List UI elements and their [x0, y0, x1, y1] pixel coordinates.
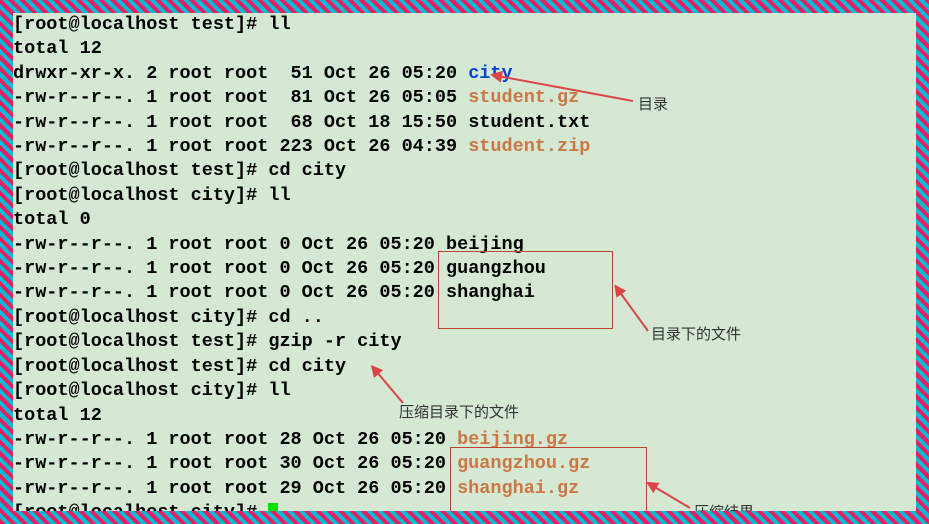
output-text: total 0 — [13, 209, 91, 230]
prompt: [root@localhost test]# — [13, 160, 268, 181]
command-text: cd city — [268, 160, 346, 181]
output-text: -rw-r--r--. 1 root root 223 Oct 26 04:39 — [13, 136, 468, 157]
terminal-line: [root@localhost test]# cd city — [13, 355, 916, 379]
output-text: -rw-r--r--. 1 root root 0 Oct 26 05:20 — [13, 258, 446, 279]
command-text: gzip -r city — [268, 331, 401, 352]
terminal-window[interactable]: [root@localhost test]# lltotal 12drwxr-x… — [13, 13, 916, 511]
highlight-box-city-files — [438, 251, 613, 329]
terminal-line: drwxr-xr-x. 2 root root 51 Oct 26 05:20 … — [13, 62, 916, 86]
annotation-compress-files: 压缩目录下的文件 — [399, 403, 519, 423]
highlight-box-gz-files — [450, 447, 647, 511]
output-text: -rw-r--r--. 1 root root 68 Oct 18 15:50 — [13, 112, 468, 133]
terminal-line: [root@localhost test]# gzip -r city — [13, 330, 916, 354]
prompt: [root@localhost test]# — [13, 14, 268, 35]
output-text: total 12 — [13, 405, 102, 426]
output-text: -rw-r--r--. 1 root root 29 Oct 26 05:20 — [13, 478, 457, 499]
annotation-directory: 目录 — [638, 95, 668, 115]
output-text: -rw-r--r--. 1 root root 0 Oct 26 05:20 — [13, 282, 446, 303]
terminal-line: total 12 — [13, 37, 916, 61]
command-text: cd city — [268, 356, 346, 377]
output-text: drwxr-xr-x. 2 root root 51 Oct 26 05:20 — [13, 63, 468, 84]
terminal-line: [root@localhost city]# ll — [13, 379, 916, 403]
prompt: [root@localhost city]# — [13, 380, 268, 401]
command-text: cd .. — [268, 307, 324, 328]
output-text: -rw-r--r--. 1 root root 0 Oct 26 05:20 — [13, 234, 446, 255]
prompt: [root@localhost city]# — [13, 502, 268, 511]
cursor — [268, 503, 278, 511]
terminal-line: [root@localhost city]# ll — [13, 184, 916, 208]
prompt: [root@localhost test]# — [13, 356, 268, 377]
command-text: ll — [268, 14, 290, 35]
filename: student.txt — [468, 112, 590, 133]
filename: student.gz — [468, 87, 579, 108]
filename: student.zip — [468, 136, 590, 157]
command-text: ll — [268, 380, 290, 401]
terminal-line: -rw-r--r--. 1 root root 68 Oct 18 15:50 … — [13, 111, 916, 135]
output-text: -rw-r--r--. 1 root root 81 Oct 26 05:05 — [13, 87, 468, 108]
filename: city — [468, 63, 512, 84]
annotation-files-in-dir: 目录下的文件 — [651, 325, 741, 345]
annotation-compress-result: 压缩结果 — [694, 503, 754, 511]
prompt: [root@localhost test]# — [13, 331, 268, 352]
output-text: total 12 — [13, 38, 102, 59]
prompt: [root@localhost city]# — [13, 185, 268, 206]
terminal-line: -rw-r--r--. 1 root root 81 Oct 26 05:05 … — [13, 86, 916, 110]
output-text: -rw-r--r--. 1 root root 28 Oct 26 05:20 — [13, 429, 457, 450]
terminal-line: [root@localhost test]# ll — [13, 13, 916, 37]
terminal-line: [root@localhost test]# cd city — [13, 159, 916, 183]
terminal-line: total 0 — [13, 208, 916, 232]
terminal-line: -rw-r--r--. 1 root root 223 Oct 26 04:39… — [13, 135, 916, 159]
output-text: -rw-r--r--. 1 root root 30 Oct 26 05:20 — [13, 453, 457, 474]
prompt: [root@localhost city]# — [13, 307, 268, 328]
command-text: ll — [268, 185, 290, 206]
